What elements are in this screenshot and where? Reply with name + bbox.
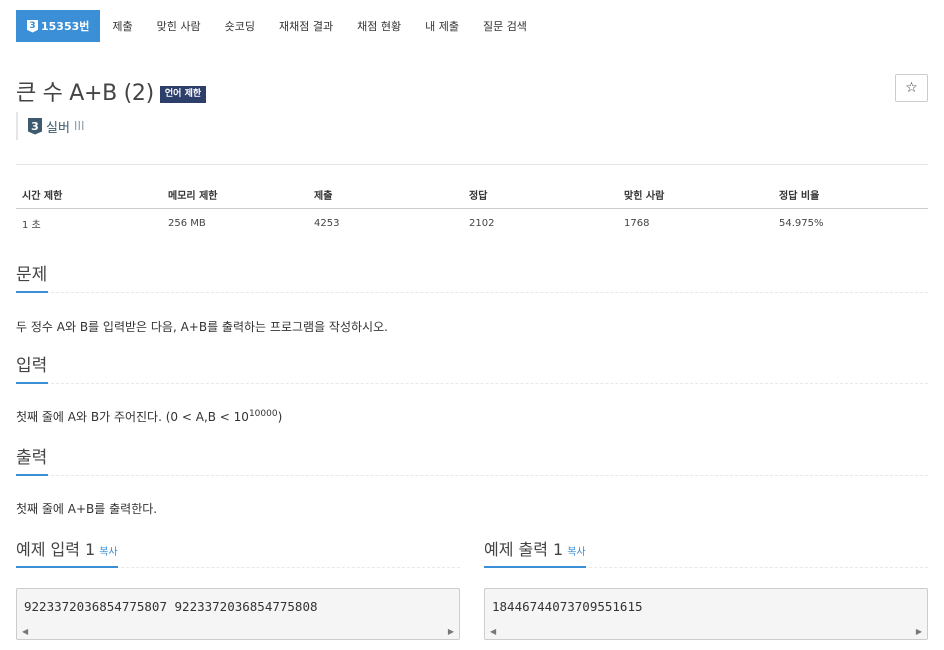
problem-section-header: 문제 — [16, 263, 928, 293]
input-text: 첫째 줄에 A와 B가 주어진다. (0 < A,B < 10 — [16, 410, 249, 424]
header-accepted: 정답 — [469, 190, 488, 202]
scroll-right-icon[interactable]: ▶ — [448, 627, 454, 636]
tab-question-search[interactable]: 질문 검색 — [471, 10, 539, 42]
star-button[interactable]: ☆ — [895, 74, 928, 102]
accept-ratio-value: 54.975% — [779, 217, 824, 229]
table-header-row: 시간 제한 메모리 제한 제출 정답 맞힌 사람 정답 비율 — [16, 180, 928, 209]
header-submissions: 제출 — [314, 190, 333, 202]
input-description: 첫째 줄에 A와 B가 주어진다. (0 < A,B < 1010000) — [16, 408, 282, 425]
sample-input-title-wrap: 예제 입력 1 복사 — [16, 538, 118, 568]
header-memory-limit: 메모리 제한 — [168, 190, 218, 202]
header-solved-users: 맞힌 사람 — [624, 190, 665, 202]
tab-problem[interactable]: 3 15353번 — [16, 10, 101, 42]
input-exponent: 10000 — [248, 409, 278, 419]
tab-rejudge-results[interactable]: 재채점 결과 — [267, 10, 345, 42]
tier-name: 실버 — [46, 120, 70, 136]
output-section-title: 출력 — [16, 446, 49, 476]
sample-output-title-wrap: 예제 출력 1 복사 — [484, 538, 586, 568]
input-section-header: 입력 — [16, 354, 928, 384]
header-accept-ratio: 정답 비율 — [779, 190, 820, 202]
solved-users-value: 1768 — [624, 217, 650, 229]
problem-title-row: 큰 수 A+B (2) 언어 제한 — [16, 75, 207, 107]
memory-limit-value: 256 MB — [168, 217, 206, 229]
problem-info-table: 시간 제한 메모리 제한 제출 정답 맞힌 사람 정답 비율 1 초 256 M… — [16, 180, 928, 237]
scroll-left-icon[interactable]: ◀ — [22, 627, 28, 636]
sample-input-header: 예제 입력 1 복사 — [16, 538, 460, 568]
tab-judge-status[interactable]: 채점 현황 — [345, 10, 413, 42]
time-limit-value: 1 초 — [22, 219, 41, 231]
sample-input-value: 9223372036854775807 9223372036854775808 — [24, 599, 318, 614]
problem-section-title: 문제 — [16, 263, 49, 293]
sample-input-box[interactable]: 9223372036854775807 9223372036854775808 … — [16, 588, 460, 640]
sample-input-title: 예제 입력 1 — [16, 540, 96, 559]
copy-sample-output-link[interactable]: 복사 — [567, 547, 585, 558]
problem-nav: 3 15353번 제출 맞힌 사람 숏코딩 재채점 결과 채점 현황 내 제출 … — [16, 10, 539, 42]
scroll-right-icon[interactable]: ▶ — [916, 627, 922, 636]
output-section-header: 출력 — [16, 446, 928, 476]
submissions-value: 4253 — [314, 217, 340, 229]
tab-problem-label: 15353번 — [41, 20, 90, 33]
star-icon: ☆ — [905, 80, 918, 96]
header-time-limit: 시간 제한 — [22, 190, 63, 202]
sample-output-title: 예제 출력 1 — [484, 540, 564, 559]
silver-tier-icon: 3 — [27, 19, 38, 33]
horizontal-scrollbar[interactable]: ◀ ▶ — [485, 625, 927, 639]
problem-title: 큰 수 A+B (2) — [16, 81, 154, 106]
problem-description: 두 정수 A와 B를 입력받은 다음, A+B를 출력하는 프로그램을 작성하시… — [16, 320, 388, 334]
tab-short-coding[interactable]: 숏코딩 — [213, 10, 267, 42]
language-restriction-badge: 언어 제한 — [159, 85, 207, 103]
sample-output-value: 18446744073709551615 — [492, 599, 643, 614]
problem-tier: 3 실버 III — [16, 112, 85, 140]
tier-level: III — [73, 119, 85, 133]
tab-submit[interactable]: 제출 — [100, 10, 144, 42]
divider — [16, 164, 928, 165]
horizontal-scrollbar[interactable]: ◀ ▶ — [17, 625, 459, 639]
tab-solved-users[interactable]: 맞힌 사람 — [145, 10, 213, 42]
output-description: 첫째 줄에 A+B를 출력한다. — [16, 502, 158, 516]
sample-output-box[interactable]: 18446744073709551615 ◀ ▶ — [484, 588, 928, 640]
input-text-end: ) — [277, 410, 283, 424]
table-row: 1 초 256 MB 4253 2102 1768 54.975% — [16, 209, 928, 237]
sample-output-header: 예제 출력 1 복사 — [484, 538, 928, 568]
silver-tier-icon: 3 — [28, 117, 42, 135]
copy-sample-input-link[interactable]: 복사 — [99, 547, 117, 558]
input-section-title: 입력 — [16, 354, 49, 384]
scroll-left-icon[interactable]: ◀ — [490, 627, 496, 636]
accepted-value: 2102 — [469, 217, 495, 229]
tab-my-submissions[interactable]: 내 제출 — [413, 10, 471, 42]
